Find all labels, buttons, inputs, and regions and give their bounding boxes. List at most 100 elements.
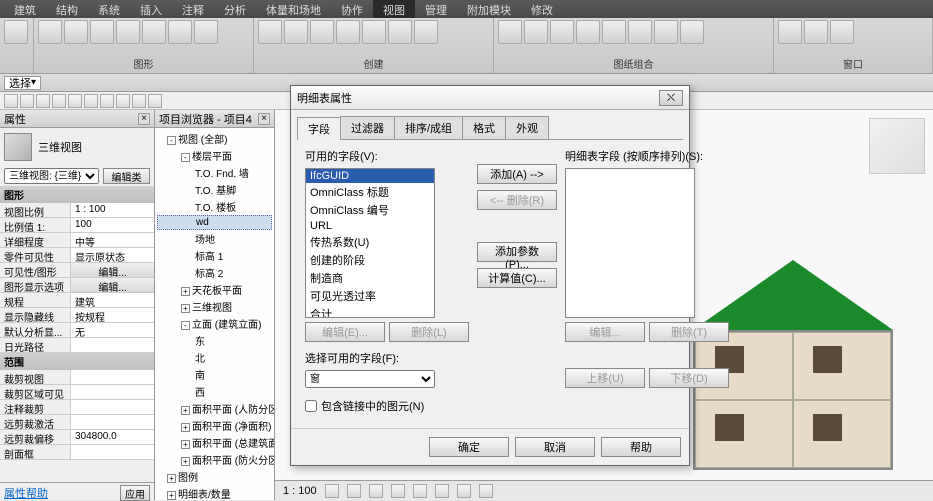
tree-node[interactable]: -立面 (建筑立面) (157, 315, 272, 332)
dialog-close-icon[interactable]: ⛌ (659, 90, 683, 106)
move-down-button[interactable]: 下移(D) (649, 368, 729, 388)
menu-item[interactable]: 系统 (88, 0, 130, 18)
qat-btn[interactable] (68, 94, 82, 108)
tree-node[interactable]: +三维视图 (157, 298, 272, 315)
tree-node[interactable]: +图例 (157, 468, 272, 485)
prop-value[interactable]: 建筑 (70, 293, 154, 307)
menu-item[interactable]: 分析 (214, 0, 256, 18)
prop-value[interactable]: 编辑... (70, 278, 154, 292)
tree-node[interactable]: +天花板平面 (157, 281, 272, 298)
rbtn[interactable] (90, 20, 114, 44)
tree-node[interactable]: 西 (157, 383, 272, 400)
rbtn[interactable] (576, 20, 600, 44)
tree-node[interactable]: 南 (157, 366, 272, 383)
calc-value-button[interactable]: 计算值(C)... (477, 268, 557, 288)
delete-field-button[interactable]: 删除(L) (389, 322, 469, 342)
scale-display[interactable]: 1 : 100 (283, 485, 317, 497)
prop-value[interactable]: 1 : 100 (70, 203, 154, 217)
ok-button[interactable]: 确定 (429, 437, 509, 457)
prop-value[interactable] (70, 445, 154, 459)
menu-item[interactable]: 附加模块 (457, 0, 521, 18)
move-up-button[interactable]: 上移(U) (565, 368, 645, 388)
tree-node[interactable]: wd (157, 215, 272, 230)
rbtn[interactable] (680, 20, 704, 44)
delete2-button[interactable]: 删除(T) (649, 322, 729, 342)
tree-node[interactable]: T.O. 楼板 (157, 198, 272, 215)
menu-item[interactable]: 协作 (331, 0, 373, 18)
tree-node[interactable]: 标高 1 (157, 247, 272, 264)
rbtn[interactable] (38, 20, 62, 44)
rbtn[interactable] (524, 20, 548, 44)
list-item[interactable]: 可见光透过率 (306, 287, 434, 305)
tree-node[interactable]: +面积平面 (总建筑面积) (157, 434, 272, 451)
rbtn[interactable] (498, 20, 522, 44)
rbtn[interactable] (778, 20, 802, 44)
rbtn[interactable] (388, 20, 412, 44)
tree-node[interactable]: +面积平面 (防火分区面积) (157, 451, 272, 468)
sb-btn[interactable] (347, 484, 361, 498)
available-fields-list[interactable]: IfcGUIDOmniClass 标题OmniClass 编号URL传热系数(U… (305, 168, 435, 318)
tree-node[interactable]: +面积平面 (净面积) (157, 417, 272, 434)
menu-item[interactable]: 结构 (46, 0, 88, 18)
rbtn[interactable] (284, 20, 308, 44)
tree-node[interactable]: 北 (157, 349, 272, 366)
prop-value[interactable] (70, 415, 154, 429)
sb-btn[interactable] (391, 484, 405, 498)
dialog-tab[interactable]: 格式 (462, 116, 506, 139)
rbtn[interactable] (602, 20, 626, 44)
close-icon[interactable]: × (138, 113, 150, 125)
list-item[interactable]: IfcGUID (306, 169, 434, 183)
edit-field-button[interactable]: 编辑(E)... (305, 322, 385, 342)
tree-node[interactable]: +明细表/数量 (157, 485, 272, 500)
edit2-button[interactable]: 编辑... (565, 322, 645, 342)
qat-btn[interactable] (116, 94, 130, 108)
dialog-tab[interactable]: 字段 (297, 117, 341, 140)
rbtn[interactable] (116, 20, 140, 44)
prop-value[interactable] (70, 385, 154, 399)
list-item[interactable]: 创建的阶段 (306, 251, 434, 269)
list-item[interactable]: 合计 (306, 305, 434, 318)
help-button[interactable]: 帮助 (601, 437, 681, 457)
prop-value[interactable]: 304800.0 (70, 430, 154, 444)
list-item[interactable]: URL (306, 219, 434, 233)
list-item[interactable]: OmniClass 编号 (306, 201, 434, 219)
menu-item[interactable]: 视图 (373, 0, 415, 18)
menu-item[interactable]: 修改 (521, 0, 563, 18)
rbtn[interactable] (142, 20, 166, 44)
sb-btn[interactable] (457, 484, 471, 498)
sb-btn[interactable] (413, 484, 427, 498)
menu-item[interactable]: 体量和场地 (256, 0, 331, 18)
prop-value[interactable]: 100 (70, 218, 154, 232)
dialog-tab[interactable]: 排序/成组 (394, 116, 463, 139)
rbtn[interactable] (362, 20, 386, 44)
qat-btn[interactable] (52, 94, 66, 108)
tree-node[interactable]: 标高 2 (157, 264, 272, 281)
rbtn[interactable] (414, 20, 438, 44)
rbtn[interactable] (830, 20, 854, 44)
cancel-button[interactable]: 取消 (515, 437, 595, 457)
sb-btn[interactable] (435, 484, 449, 498)
menu-item[interactable]: 注释 (172, 0, 214, 18)
prop-value[interactable] (70, 370, 154, 384)
dialog-tab[interactable]: 外观 (505, 116, 549, 139)
rbtn[interactable] (64, 20, 88, 44)
rbtn[interactable] (336, 20, 360, 44)
tree-node[interactable]: 场地 (157, 230, 272, 247)
add-param-button[interactable]: 添加参数(P)... (477, 242, 557, 262)
tree-node[interactable]: -视图 (全部) (157, 130, 272, 147)
menu-item[interactable]: 建筑 (4, 0, 46, 18)
prop-value[interactable]: 中等 (70, 233, 154, 247)
list-item[interactable]: 制造商 (306, 269, 434, 287)
edit-type-button[interactable]: 编辑类型 (103, 168, 150, 184)
rbtn[interactable] (628, 20, 652, 44)
family-selector[interactable]: 三维视图: {三维} (4, 168, 99, 184)
prop-value[interactable] (70, 338, 154, 352)
dialog-tab[interactable]: 过滤器 (340, 116, 395, 139)
properties-help-link[interactable]: 属性帮助 (4, 488, 48, 500)
qat-btn[interactable] (132, 94, 146, 108)
qat-btn[interactable] (36, 94, 50, 108)
rbtn[interactable] (550, 20, 574, 44)
category-combo[interactable]: 窗 (305, 370, 435, 388)
prop-value[interactable]: 无 (70, 323, 154, 337)
qat-btn[interactable] (100, 94, 114, 108)
